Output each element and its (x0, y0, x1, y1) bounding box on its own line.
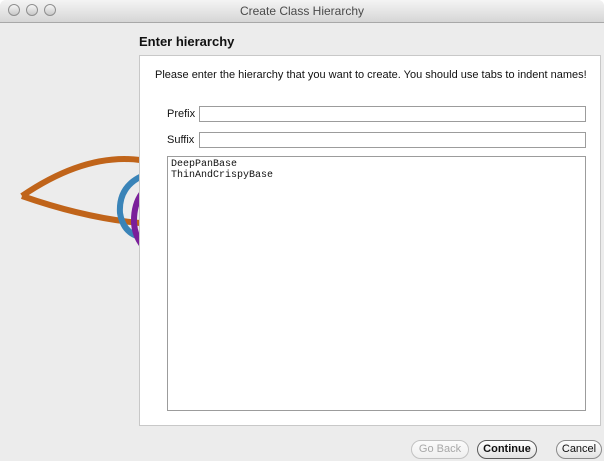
instruction-text: Please enter the hierarchy that you want… (155, 69, 587, 81)
hierarchy-line: ThinAndCrispyBase (171, 170, 274, 181)
cancel-button[interactable]: Cancel (556, 440, 602, 459)
suffix-label: Suffix (167, 134, 195, 146)
dialog-window: Create Class Hierarchy Enter hierarchy P… (0, 0, 604, 461)
go-back-button[interactable]: Go Back (411, 440, 469, 459)
section-heading: Enter hierarchy (139, 34, 235, 49)
window-title: Create Class Hierarchy (239, 4, 365, 18)
hierarchy-text-area[interactable]: DeepPanBase ThinAndCrispyBase (167, 156, 586, 411)
content-panel: Please enter the hierarchy that you want… (139, 55, 601, 426)
prefix-label: Prefix (167, 108, 196, 120)
prefix-input[interactable] (199, 106, 586, 122)
suffix-input[interactable] (199, 132, 586, 148)
continue-button[interactable]: Continue (477, 440, 537, 459)
hierarchy-line: DeepPanBase (171, 159, 238, 170)
title-bar[interactable]: Create Class Hierarchy (0, 0, 604, 23)
